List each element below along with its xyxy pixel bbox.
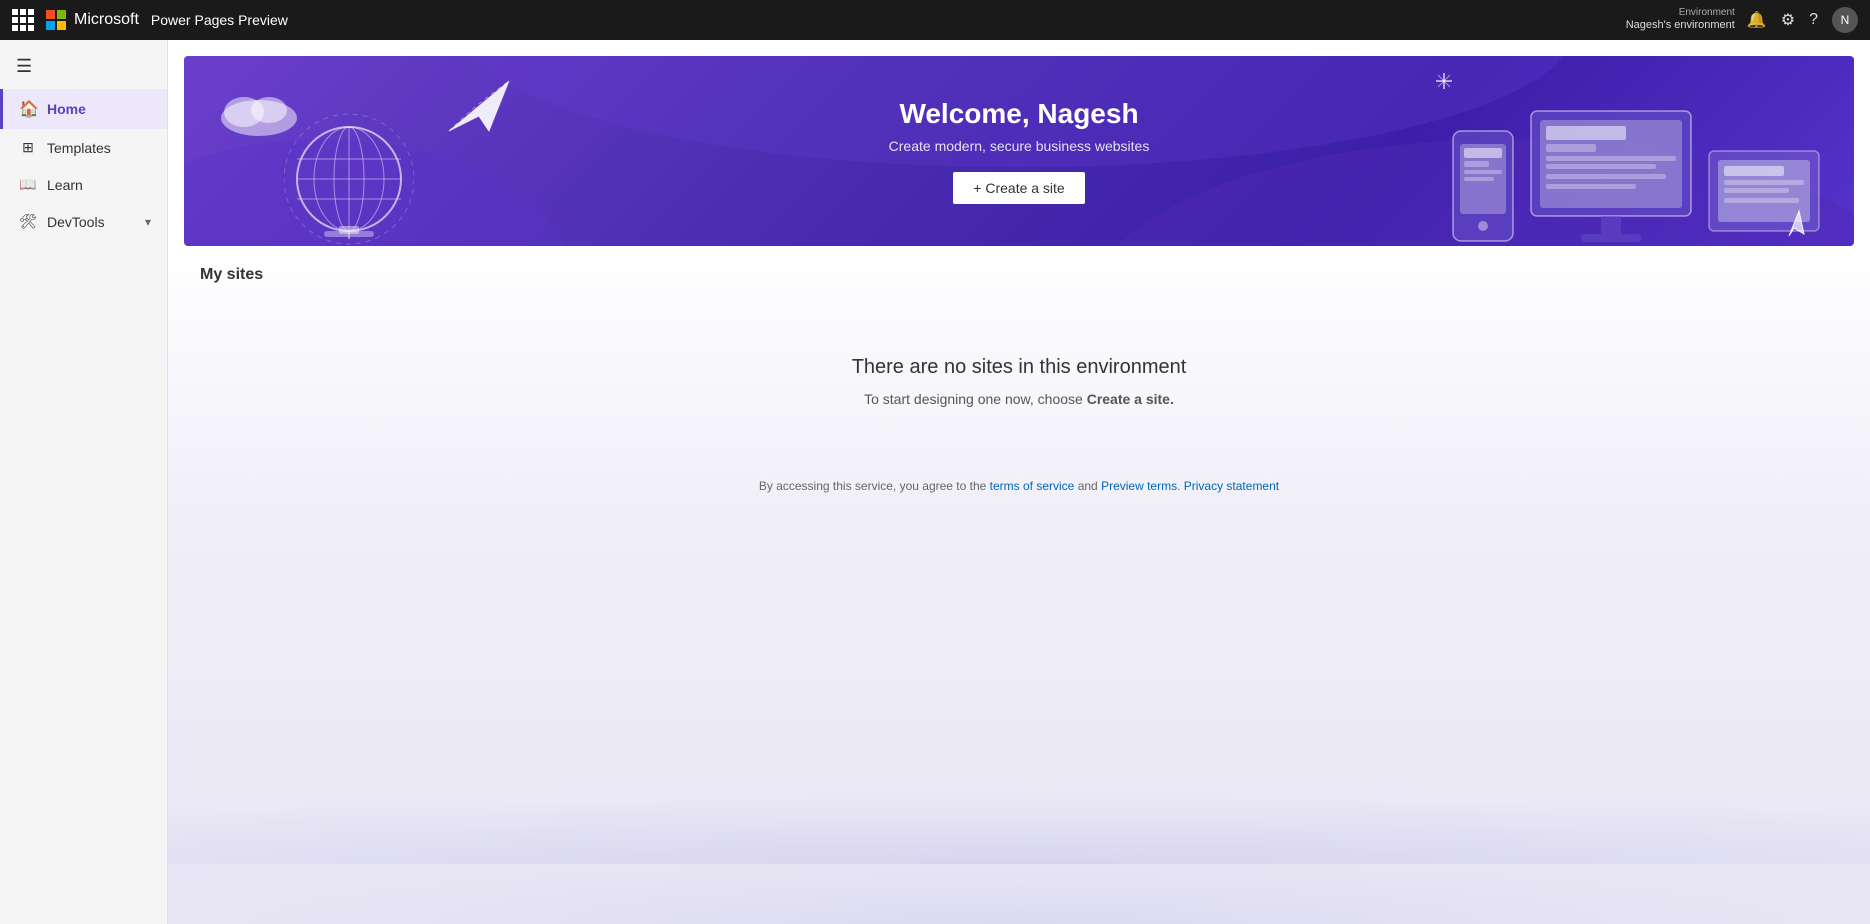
cloud-left-icon [214,86,304,141]
notification-icon[interactable]: 🔔 [1747,10,1767,30]
sparkle-decoration [1434,71,1454,96]
create-site-button[interactable]: + Create a site [953,172,1084,204]
sidebar-item-learn[interactable]: 📖 Learn [0,166,167,203]
footer: By accessing this service, you agree to … [168,467,1870,505]
topbar: Microsoft Power Pages Preview Environmen… [0,0,1870,40]
microsoft-logo: Microsoft [46,10,139,30]
learn-icon: 📖 [19,176,37,193]
hero-center: Welcome, Nagesh Create modern, secure bu… [889,98,1150,204]
hero-subtitle: Create modern, secure business websites [889,138,1150,154]
terms-of-service-link[interactable]: terms of service [990,479,1075,493]
sidebar-item-templates[interactable]: ⊞ Templates [0,129,167,166]
sidebar: ☰ 🏠 Home ⊞ Templates 📖 Learn 🛠 DevTools … [0,40,168,924]
sidebar-menu-toggle[interactable]: ☰ [0,48,167,85]
footer-text-mid: and [1074,479,1101,493]
app-body: ☰ 🏠 Home ⊞ Templates 📖 Learn 🛠 DevTools … [0,40,1870,924]
sidebar-devtools-label: DevTools [47,214,135,230]
footer-text-before: By accessing this service, you agree to … [759,479,990,493]
no-sites-create-link: Create a site. [1087,391,1174,407]
device-mockups [1448,106,1824,246]
home-icon: 🏠 [19,99,37,119]
my-sites-label: My sites [168,246,1870,296]
help-icon[interactable]: ? [1809,11,1818,29]
no-sites-container: There are no sites in this environment T… [168,296,1870,467]
footer-text-end: . [1177,479,1184,493]
sidebar-templates-label: Templates [47,140,151,156]
waffle-menu[interactable] [12,9,34,31]
no-sites-sub: To start designing one now, choose Creat… [864,391,1174,407]
app-title: Power Pages Preview [151,12,288,28]
settings-icon[interactable]: ⚙ [1781,10,1795,30]
templates-icon: ⊞ [19,139,37,156]
devtools-icon: 🛠 [19,213,37,230]
sidebar-learn-label: Learn [47,177,151,193]
no-sites-title: There are no sites in this environment [852,356,1187,379]
environment-name: Nagesh's environment [1626,19,1735,32]
hero-banner: Welcome, Nagesh Create modern, secure bu… [184,56,1854,246]
sidebar-item-home[interactable]: 🏠 Home [0,89,167,129]
microsoft-label: Microsoft [74,11,139,29]
privacy-statement-link[interactable]: Privacy statement [1184,479,1279,493]
environment-label: Environment [1679,7,1735,19]
environment-info[interactable]: Environment Nagesh's environment [1626,7,1735,32]
hero-title: Welcome, Nagesh [889,98,1150,130]
no-sites-sub-text: To start designing one now, choose [864,391,1087,407]
paper-plane-illustration [444,76,514,141]
topbar-icons: 🔔 ⚙ ? N [1747,7,1858,33]
my-sites-section: My sites There are no sites in this envi… [168,246,1870,924]
user-avatar[interactable]: N [1832,7,1858,33]
chevron-down-icon: ▾ [145,215,151,229]
sidebar-item-devtools[interactable]: 🛠 DevTools ▾ [0,203,167,240]
sidebar-home-label: Home [47,101,151,117]
preview-terms-link[interactable]: Preview terms [1101,479,1177,493]
main-content: Welcome, Nagesh Create modern, secure bu… [168,40,1870,924]
